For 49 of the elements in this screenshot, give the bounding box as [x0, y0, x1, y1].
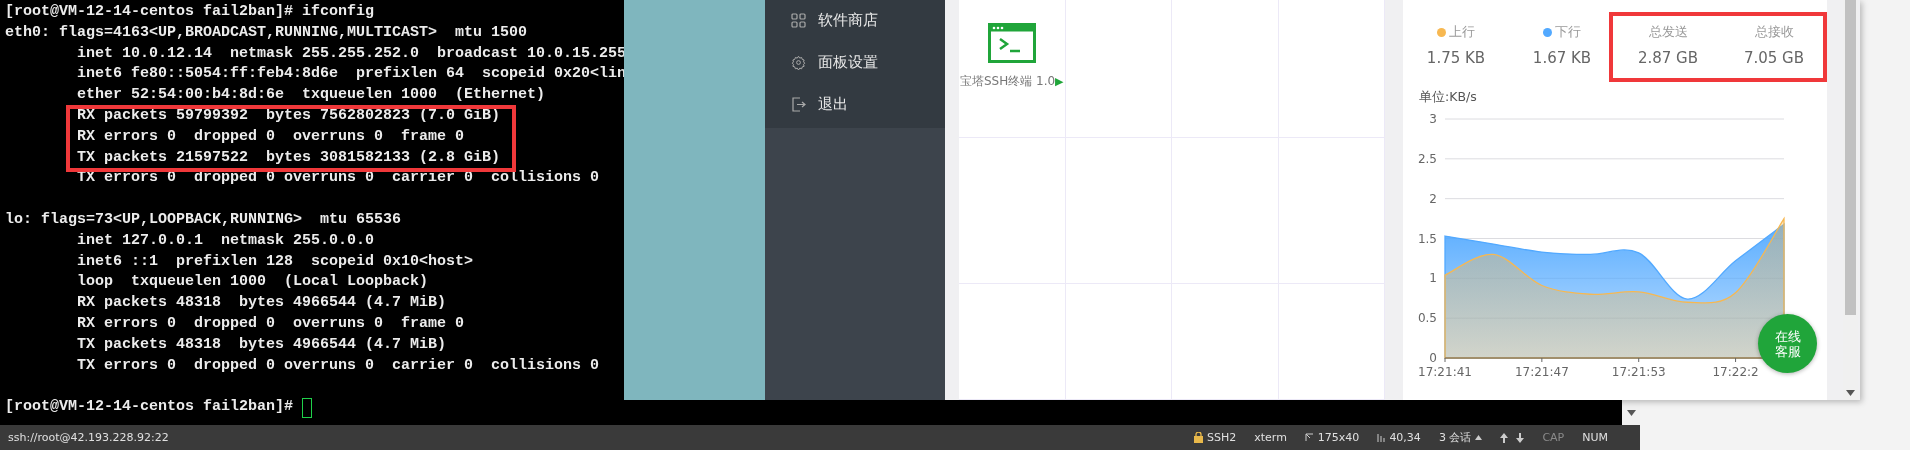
- terminal-line: lo: flags=73<UP,LOOPBACK,RUNNING> mtu 65536: [5, 209, 402, 230]
- terminal-line: [root@VM-12-14-centos fail2ban]# ifconfig: [5, 2, 375, 22]
- terminal-line: RX errors 0 dropped 0 overruns 0 frame 0: [76, 313, 465, 334]
- app-name: 宝塔SSH终端 1.0▶: [959, 73, 1064, 90]
- y-tick-label: 0.5: [1417, 311, 1437, 326]
- status-text: 175x40: [1317, 431, 1360, 444]
- terminal-line: TX packets 48318 bytes 4966544 (4.7 MiB): [76, 334, 447, 355]
- terminal-line: eth0: flags=4163<UP,BROADCAST,RUNNING,MULTICAST> mtu 1500: [5, 22, 528, 43]
- terminal-line: inet6 ::1 prefixlen 128 scopeid 0x10<host>: [76, 251, 474, 272]
- legend-label: 上行: [1449, 24, 1475, 41]
- sidebar-label: 面板设置: [818, 52, 878, 72]
- terminal-line: inet6 fe80::5054:ff:feb4:8d6e prefixlen 64 scopeid 0x20<lin: [76, 64, 627, 85]
- stat-value: 2.87 GB: [1637, 49, 1699, 67]
- x-tick-label: 17:21:47: [1514, 365, 1569, 379]
- x-tick-label: 17:22:2: [1712, 365, 1759, 379]
- stat-label: 总接收: [1754, 24, 1794, 41]
- connection-address: ssh://root@42.193.228.92:22: [8, 431, 169, 444]
- terminal-line: RX packets 48318 bytes 4966544 (4.7 MiB): [76, 293, 447, 314]
- status-text: 3 会话: [1438, 430, 1472, 445]
- x-tick-label: 17:21:53: [1611, 365, 1666, 379]
- stat-label: 总发送: [1648, 24, 1688, 41]
- legend-label: 下行: [1555, 24, 1581, 41]
- stat-value: 7.05 GB: [1743, 49, 1805, 67]
- y-tick-label: 3: [1429, 112, 1437, 126]
- stat-value: 1.67 KB: [1532, 49, 1592, 67]
- terminal-prompt: [root@VM-12-14-centos fail2ban]#: [5, 397, 295, 418]
- y-tick-label: 1.5: [1417, 231, 1437, 246]
- y-tick-label: 0: [1429, 351, 1437, 365]
- y-tick-label: 2: [1429, 191, 1437, 206]
- stat-value: 1.75 KB: [1426, 49, 1486, 67]
- x-tick-label: 17:21:41: [1418, 365, 1472, 379]
- y-tick-label: 2.5: [1417, 151, 1437, 166]
- terminal-line: inet 10.0.12.14 netmask 255.255.252.0 broadcast 10.0.15.255: [76, 43, 627, 64]
- terminal-line: RX packets 59799392 bytes 7562802823 (7.0 GiB): [76, 106, 501, 126]
- sidebar-label: 软件商店: [818, 10, 878, 30]
- terminal-line: TX errors 0 dropped 0 overruns 0 carrier 0 collisions 0: [76, 355, 600, 376]
- unit-label: 单位:KB/s: [1419, 89, 1477, 106]
- key-indicator: NUM: [1582, 431, 1608, 444]
- terminal-line: RX errors 0 dropped 0 overruns 0 frame 0: [76, 126, 465, 147]
- status-text: SSH2: [1206, 431, 1237, 444]
- sidebar-label: 退出: [818, 94, 848, 114]
- terminal-line: inet 127.0.0.1 netmask 255.0.0.0: [76, 230, 375, 251]
- y-tick-label: 1: [1429, 271, 1437, 286]
- terminal-line: TX packets 21597522 bytes 3081582133 (2.8 GiB): [76, 147, 501, 168]
- terminal-line: ether 52:54:00:b4:8d:6e txqueuelen 1000 (Ethernet): [76, 85, 546, 106]
- status-text: xterm: [1254, 431, 1287, 444]
- terminal-line: loop txqueuelen 1000 (Local Loopback): [76, 272, 429, 293]
- status-text: 40,34: [1389, 431, 1421, 444]
- key-indicator: CAP: [1542, 431, 1565, 444]
